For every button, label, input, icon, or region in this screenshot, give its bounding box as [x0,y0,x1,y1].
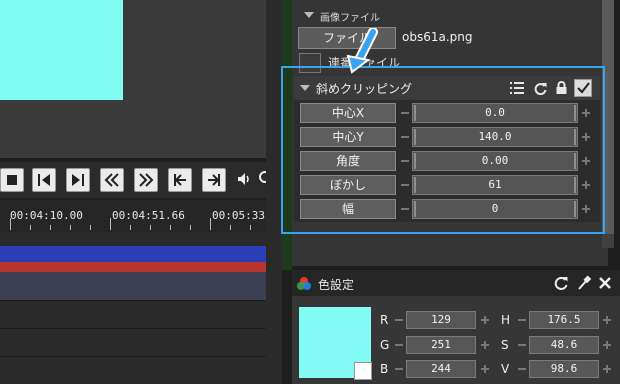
close-icon[interactable] [598,276,612,290]
field-g[interactable]: 251 [406,336,476,354]
tick-minor [150,225,151,230]
tick-minor [230,225,231,230]
tick-minor [130,225,131,230]
image-section-title: 画像ファイル [320,13,380,24]
step-forward-icon [72,174,84,186]
decrement-button[interactable] [393,336,405,354]
timeline-object-blue[interactable] [0,246,266,262]
color-wheel-icon [297,277,311,290]
field-r[interactable]: 129 [406,311,476,329]
increment-button[interactable] [479,360,491,378]
tick-minor [190,225,191,230]
go-start-button[interactable] [168,168,192,192]
scrollbar-track[interactable] [602,234,614,248]
tick-minor [250,225,251,230]
refresh-icon[interactable] [554,276,568,290]
highlight-box [281,66,605,234]
increment-button[interactable] [601,336,613,354]
decrement-button[interactable] [516,360,528,378]
tick-minor [70,225,71,230]
next-frame-button[interactable] [66,168,90,192]
go-start-icon [174,174,186,186]
increment-button[interactable] [479,311,491,329]
stop-button[interactable] [0,168,24,192]
field-s[interactable]: 48.6 [529,336,599,354]
go-end-icon [208,174,220,186]
tick-major [10,218,11,230]
color-settings-title: 色設定 [318,278,355,292]
stop-icon [7,175,17,185]
timeline-object-dark[interactable] [0,272,266,300]
preview-canvas [0,0,123,100]
tick-major [210,218,211,230]
channel-label-s: S [501,338,509,352]
alpha-swatch[interactable] [354,362,372,380]
increment-button[interactable] [479,336,491,354]
file-name: obs61a.png [402,30,473,44]
tick-major [110,218,111,230]
layer-divider [0,300,266,301]
timeline-layers[interactable] [0,232,266,384]
preview-area [0,0,266,158]
rewind-icon [104,173,119,187]
step-back-icon [38,174,50,186]
fast-forward-button[interactable] [134,168,158,192]
decrement-button[interactable] [393,360,405,378]
volume-icon[interactable] [236,171,252,187]
pointer-arrow-icon [346,28,378,74]
eyedropper-icon[interactable] [577,275,591,291]
channel-label-v: V [501,362,510,376]
tick-label: 00:04:51.66 [112,209,185,222]
go-end-button[interactable] [202,168,226,192]
prev-frame-button[interactable] [32,168,56,192]
field-b[interactable]: 244 [406,360,476,378]
channel-label-r: R [380,313,389,327]
timeline-object-red[interactable] [0,262,266,272]
layer-divider [0,328,266,329]
channel-label-g: G [380,338,390,352]
panel-divider[interactable] [266,0,282,384]
tick-minor [50,225,51,230]
rewind-button[interactable] [100,168,124,192]
tick-minor [90,225,91,230]
fast-forward-icon [139,173,154,187]
decrement-button[interactable] [516,336,528,354]
field-v[interactable]: 98.6 [529,360,599,378]
tick-minor [170,225,171,230]
decrement-button[interactable] [516,311,528,329]
layer-divider [0,356,266,357]
timeline-ruler[interactable]: 00:04:10.00 00:04:51.66 00:05:33.3 [0,200,278,232]
channel-label-h: H [501,313,511,327]
collapse-arrow-icon[interactable] [304,12,314,18]
decrement-button[interactable] [393,311,405,329]
tick-label: 00:04:10.00 [10,209,83,222]
field-h[interactable]: 176.5 [529,311,599,329]
tick-minor [30,225,31,230]
increment-button[interactable] [601,360,613,378]
channel-label-b: B [380,362,389,376]
increment-button[interactable] [601,311,613,329]
